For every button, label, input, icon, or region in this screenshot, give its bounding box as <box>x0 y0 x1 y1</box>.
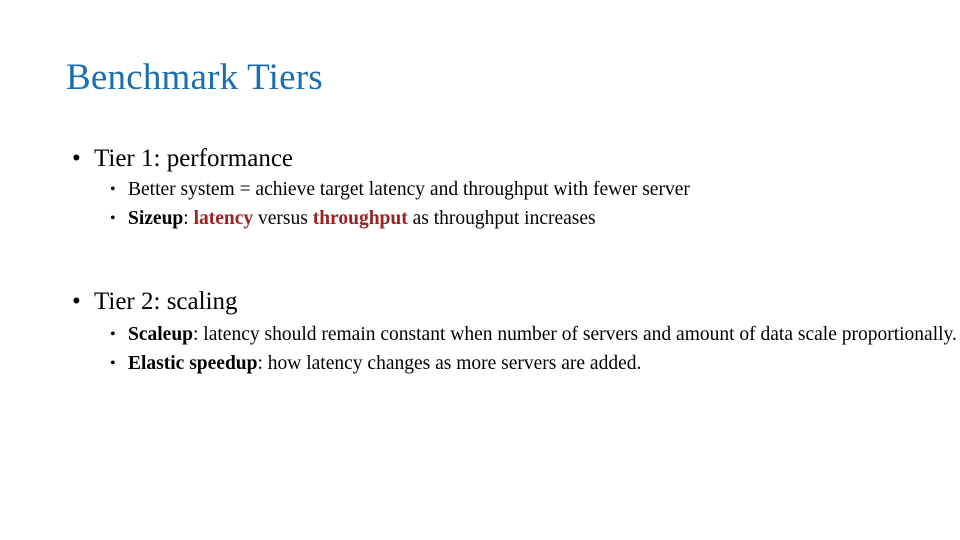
section-spacer <box>0 233 960 285</box>
bullet-icon: • <box>110 181 116 198</box>
text-run-normal: versus <box>253 208 313 229</box>
bullet-text-better-system: Better system = achieve target latency a… <box>128 179 690 200</box>
tier-heading-2: • Tier 2: scaling <box>0 285 960 318</box>
bullet-list-level2: • Scaleup: latency should remain constan… <box>0 320 960 378</box>
text-run-normal: as throughput increases <box>407 208 596 229</box>
text-run-normal: : latency should remain constant when nu… <box>193 324 957 345</box>
tier-1-subitems: • Better system = achieve target latency… <box>0 175 960 233</box>
text-run-highlight: throughput <box>312 208 408 229</box>
list-item: • Elastic speedup: how latency changes a… <box>0 349 960 378</box>
bullet-text-elastic-speedup: Elastic speedup: how latency changes as … <box>128 353 641 374</box>
bullet-icon: • <box>110 210 116 227</box>
text-run-normal: : how latency changes as more servers ar… <box>257 353 642 374</box>
bullet-icon: • <box>110 326 116 343</box>
bullet-list-level2: • Better system = achieve target latency… <box>0 175 960 233</box>
bullet-text-sizeup: Sizeup: latency versus throughput as thr… <box>128 208 596 229</box>
tier-heading-1: • Tier 1: performance <box>0 142 960 175</box>
slide-body: • Tier 1: performance • Better system = … <box>0 142 960 378</box>
tier-heading-label: Tier 2: scaling <box>94 288 238 315</box>
bullet-icon: • <box>72 145 81 172</box>
bullet-icon: • <box>72 288 81 315</box>
tier-heading-label: Tier 1: performance <box>94 145 294 172</box>
bullet-list-level1: • Tier 1: performance • Better system = … <box>0 142 960 378</box>
page-title: Benchmark Tiers <box>66 57 323 98</box>
text-run-bold: Scaleup <box>128 324 194 345</box>
text-run-bold: Sizeup <box>128 208 184 229</box>
text-run-normal: : <box>183 208 194 229</box>
text-run-normal: Better system = achieve target latency a… <box>128 179 690 200</box>
bullet-icon: • <box>110 355 116 372</box>
tier-2-subitems: • Scaleup: latency should remain constan… <box>0 320 960 378</box>
list-item: • Better system = achieve target latency… <box>0 175 960 204</box>
slide: Benchmark Tiers • Tier 1: performance • … <box>0 0 960 540</box>
text-run-highlight: latency <box>193 208 254 229</box>
bullet-text-scaleup: Scaleup: latency should remain constant … <box>128 324 957 345</box>
list-item: • Sizeup: latency versus throughput as t… <box>0 204 960 233</box>
text-run-bold: Elastic speedup <box>128 353 258 374</box>
list-item: • Scaleup: latency should remain constan… <box>0 320 960 349</box>
